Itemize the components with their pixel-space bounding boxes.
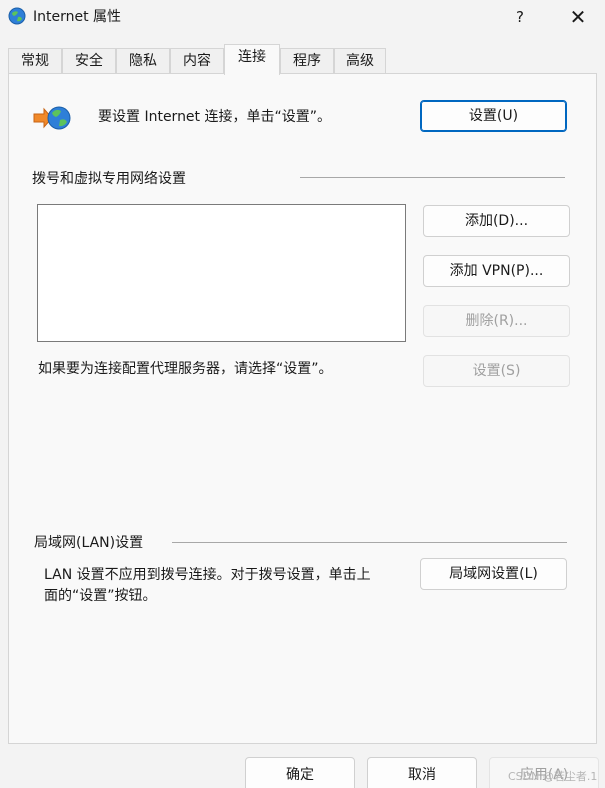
lan-settings-button[interactable]: 局域网设置(L) (420, 558, 567, 590)
remove-button[interactable]: 删除(R)... (423, 305, 570, 337)
lan-description-line1: LAN 设置不应用到拨号连接。对于拨号设置，单击上 (44, 567, 371, 583)
close-button[interactable]: ✕ (560, 2, 596, 32)
window-title: Internet 属性 (33, 9, 122, 25)
internet-connection-icon (33, 106, 71, 130)
settings-button[interactable]: 设置(S) (423, 355, 570, 387)
tab-advanced[interactable]: 高级 (334, 48, 386, 74)
tab-security[interactable]: 安全 (62, 48, 116, 74)
internet-globe-icon (8, 7, 26, 25)
tab-privacy[interactable]: 隐私 (116, 48, 170, 74)
proxy-hint-text: 如果要为连接配置代理服务器，请选择“设置”。 (38, 361, 333, 377)
section-divider (300, 177, 565, 178)
watermark: CSDN @若尘者.1 (508, 770, 598, 783)
section-divider (172, 542, 567, 543)
dialup-vpn-heading: 拨号和虚拟专用网络设置 (32, 171, 186, 187)
add-button[interactable]: 添加(D)... (423, 205, 570, 237)
ok-button[interactable]: 确定 (245, 757, 355, 788)
tab-content[interactable]: 内容 (170, 48, 224, 74)
connections-list[interactable] (37, 204, 406, 342)
setup-connection-text: 要设置 Internet 连接，单击“设置”。 (98, 109, 331, 125)
lan-description-line2: 面的“设置”按钮。 (44, 588, 157, 604)
tab-general[interactable]: 常规 (8, 48, 62, 74)
cancel-button[interactable]: 取消 (367, 757, 477, 788)
lan-heading: 局域网(LAN)设置 (34, 535, 144, 551)
add-vpn-button[interactable]: 添加 VPN(P)... (423, 255, 570, 287)
setup-button[interactable]: 设置(U) (420, 100, 567, 132)
tab-programs[interactable]: 程序 (280, 48, 334, 74)
help-button[interactable]: ? (503, 2, 537, 32)
tab-connections[interactable]: 连接 (224, 44, 280, 75)
title-bar: Internet 属性 ? ✕ (0, 0, 605, 36)
